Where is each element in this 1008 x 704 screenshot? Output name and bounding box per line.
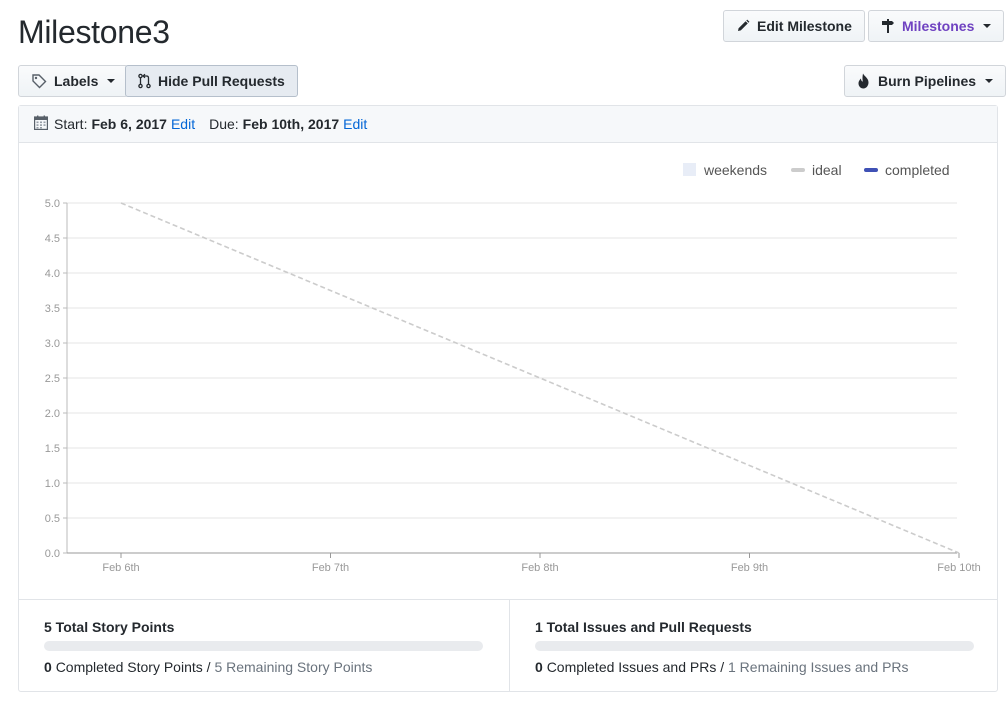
completed-issues-text: Completed Issues and PRs / [546, 659, 725, 675]
y-tick-label: 2.5 [45, 373, 60, 385]
x-tick-label: Feb 10th [937, 562, 980, 574]
tag-icon [31, 73, 47, 89]
completed-issues-count: 0 [535, 659, 543, 675]
story-points-progress-bar [44, 641, 483, 651]
milestone-dates: Start: Feb 6, 2017 Edit Due: Feb 10th, 2… [19, 106, 997, 143]
y-tick-label: 3.5 [45, 303, 60, 315]
start-date-label: Start: [54, 116, 88, 132]
calendar-icon [34, 115, 49, 133]
y-tick-label: 4.0 [45, 268, 60, 280]
completed-points-text: Completed Story Points / [55, 659, 211, 675]
due-date-value: Feb 10th, 2017 [242, 116, 340, 132]
pencil-icon [736, 19, 750, 33]
x-tick-label: Feb 6th [102, 562, 139, 574]
chevron-down-icon [985, 79, 994, 83]
legend-completed-swatch [864, 168, 878, 172]
page-title: Milestone3 [18, 14, 170, 50]
git-pull-request-icon [138, 73, 151, 89]
y-tick-label: 2.0 [45, 408, 60, 420]
x-tick-label: Feb 7th [312, 562, 349, 574]
legend-weekends-swatch [683, 163, 696, 176]
legend-weekends-label: weekends [703, 162, 767, 178]
labels-label: Labels [54, 73, 99, 89]
total-story-points: 5 Total Story Points [44, 619, 175, 635]
legend-ideal-label: ideal [812, 162, 842, 178]
burn-pipelines-dropdown[interactable]: Burn Pipelines [844, 65, 1007, 97]
legend-completed-label: completed [885, 162, 950, 178]
y-tick-label: 1.0 [45, 478, 60, 490]
due-date-label: Due: [209, 116, 239, 132]
edit-milestone-button[interactable]: Edit Milestone [723, 10, 865, 42]
issues-summary: 1 Total Issues and Pull Requests 0 Compl… [509, 600, 997, 692]
x-tick-label: Feb 8th [521, 562, 558, 574]
chevron-down-icon [107, 79, 116, 83]
hide-pull-requests-button[interactable]: Hide Pull Requests [125, 65, 298, 97]
edit-start-date-link[interactable]: Edit [171, 116, 195, 132]
total-issues-prs: 1 Total Issues and Pull Requests [535, 619, 752, 635]
y-tick-label: 1.5 [45, 443, 60, 455]
legend-ideal-swatch [791, 168, 805, 172]
remaining-issues-text: 1 Remaining Issues and PRs [728, 659, 909, 675]
story-points-summary: 5 Total Story Points 0 Completed Story P… [19, 600, 509, 692]
issues-progress-bar [535, 641, 974, 651]
start-date-value: Feb 6, 2017 [91, 116, 167, 132]
y-tick-label: 4.5 [45, 233, 60, 245]
issues-breakdown: 0 Completed Issues and PRs / 1 Remaining… [535, 659, 909, 675]
hide-pull-requests-label: Hide Pull Requests [158, 73, 285, 89]
burndown-chart-svg: weekends ideal completed 0.0 0.5 1.0 1.5 2.0… [45, 162, 981, 574]
y-tick-label: 5.0 [45, 198, 60, 210]
milestone-stats: 5 Total Story Points 0 Completed Story P… [19, 599, 997, 692]
edit-milestone-label: Edit Milestone [757, 18, 852, 34]
completed-points-count: 0 [44, 659, 52, 675]
y-tick-label: 0.5 [45, 513, 60, 525]
flame-icon [857, 73, 871, 89]
x-tick-label: Feb 9th [731, 562, 768, 574]
y-tick-label: 0.0 [45, 548, 60, 560]
burn-pipelines-label: Burn Pipelines [878, 73, 977, 89]
signpost-icon [881, 18, 895, 34]
burndown-chart: weekends ideal completed 0.0 0.5 1.0 1.5 2.0… [19, 143, 997, 599]
edit-due-date-link[interactable]: Edit [343, 116, 367, 132]
chevron-down-icon [983, 24, 992, 28]
milestones-label: Milestones [902, 18, 975, 34]
story-points-breakdown: 0 Completed Story Points / 5 Remaining S… [44, 659, 372, 675]
chart-legend: weekends ideal completed [683, 162, 950, 178]
burndown-panel: Start: Feb 6, 2017 Edit Due: Feb 10th, 2… [18, 105, 998, 692]
milestones-dropdown[interactable]: Milestones [868, 10, 1005, 42]
remaining-points-text: 5 Remaining Story Points [214, 659, 373, 675]
labels-dropdown[interactable]: Labels [18, 65, 129, 97]
y-tick-label: 3.0 [45, 338, 60, 350]
